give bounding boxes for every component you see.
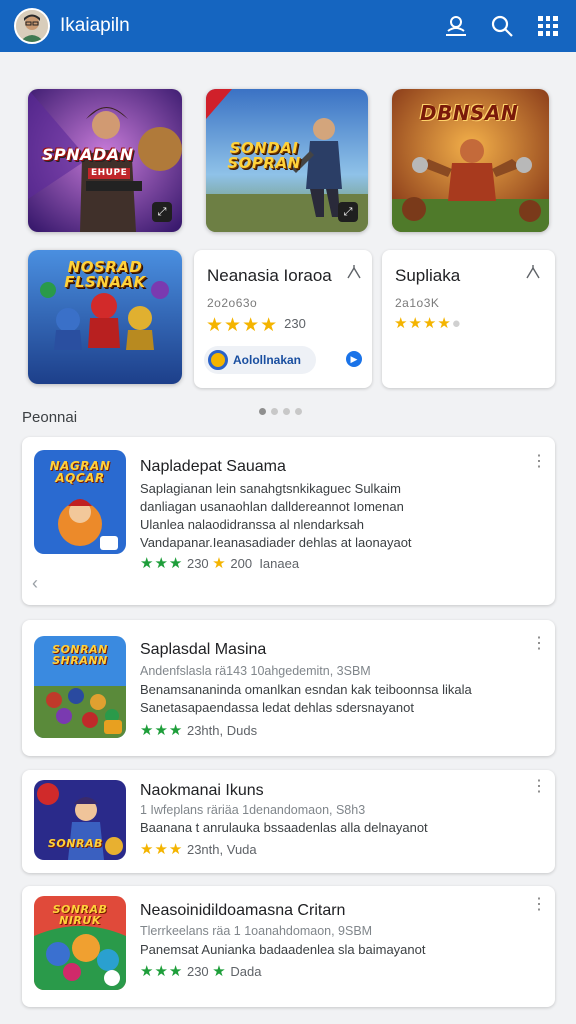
section-title: Peonnai	[22, 409, 78, 426]
list-item-title: Napladepat Sauama	[140, 458, 286, 475]
list-item-title: Saplasdal Masina	[140, 641, 267, 658]
list-item-rating: ★★★ 230 ★ 200 Ianaea	[140, 555, 300, 572]
arrow-right-icon[interactable]: ▶	[346, 351, 362, 367]
more-options-icon[interactable]: ⋮	[531, 779, 547, 802]
list-item-rating: ★★★ 23hth, Duds	[140, 722, 258, 739]
list-item[interactable]: SONRAB NIRUK Neasoinidildoamasna Critarn…	[22, 886, 555, 1007]
featured-tile-2[interactable]: SONDAI SOPRAN ⤢	[206, 89, 368, 232]
mini-card-2-title: Supliaka	[395, 266, 461, 285]
list-item[interactable]: SONRAB Naokmanai Ikuns 1 Iwfeplans räriä…	[22, 770, 555, 873]
carousel-dot[interactable]	[283, 408, 290, 415]
list-item-rating: ★★★ 23nth, Vuda	[140, 841, 257, 858]
mini-card-1-rating: ★★★★ 230	[206, 315, 306, 336]
mini-card-2[interactable]: Supliaka 2a1o3K ★★★★●	[382, 250, 555, 388]
chevron-left-icon[interactable]: ‹	[32, 573, 38, 594]
app-thumbnail[interactable]: SONRAN SHRANN	[34, 636, 126, 738]
carousel-dots	[259, 408, 302, 415]
list-item-description: Vandapanar.Ieanasadiader dehlas at laona…	[140, 535, 412, 550]
list-item-title: Neasoinidildoamasna Critarn	[140, 902, 346, 919]
more-options-icon[interactable]: ⋮	[531, 897, 547, 920]
featured-tile-1[interactable]: SPNADAN EHUPE ⤢	[28, 89, 182, 232]
list-item-description: Ulanlea nalaodidranssa al nlendarksah	[140, 517, 365, 532]
fullscreen-icon[interactable]: ⤢	[152, 202, 172, 222]
rating-stars: ★★★★	[394, 315, 452, 332]
tile-1-title: SPNADAN	[42, 145, 134, 164]
carousel-dot[interactable]	[295, 408, 302, 415]
avatar[interactable]	[14, 8, 50, 44]
app-thumbnail[interactable]: SONRAB	[34, 780, 126, 860]
list-item-title: Naokmanai Ikuns	[140, 782, 264, 799]
list-item[interactable]: SONRAN SHRANN Saplasdal Masina Andenfsla…	[22, 620, 555, 756]
mini-card-1[interactable]: Neanasia Ioraoa 2o2o63o ★★★★ 230 Aolollna…	[194, 250, 372, 388]
list-item-meta: 1 Iwfeplans räriäa 1denandomaon, S8h3	[140, 803, 366, 817]
carousel-dot[interactable]	[271, 408, 278, 415]
featured-tile-4[interactable]: NOSRAD FLSNAAK	[28, 250, 182, 384]
share-icon[interactable]	[346, 264, 366, 284]
list-item[interactable]: NAGRAN AQCAR Napladepat Sauama Saplagian…	[22, 437, 555, 605]
grid-icon[interactable]	[534, 12, 562, 40]
tile-4-title: NOSRAD FLSNAAK	[64, 258, 146, 291]
list-item-description: Sanetasapaendassa ledat dehlas sdersnaya…	[140, 700, 414, 715]
app-thumbnail[interactable]: SONRAB NIRUK	[34, 896, 126, 990]
carousel-dot[interactable]	[259, 408, 266, 415]
more-options-icon[interactable]: ⋮	[531, 454, 547, 477]
list-item-meta: Tlerrkeelans räa 1 1oanahdomaon, 9SBM	[140, 924, 373, 938]
more-options-icon[interactable]: ⋮	[531, 636, 547, 659]
list-item-description: Benamsananinda omanlkan esndan kak teibo…	[140, 682, 472, 697]
app-title: Ikaiapiln	[60, 15, 130, 36]
share-icon[interactable]	[525, 264, 545, 284]
list-item-description: danliagan usanaohlan dalldereannot Iomen…	[140, 499, 404, 514]
list-item-rating: ★★★ 230 ★ Dada	[140, 963, 262, 980]
list-item-description: Saplagianan lein sanahgtsnkikaguec Sulka…	[140, 481, 401, 496]
app-bar: Ikaiapiln	[0, 0, 576, 52]
mini-card-2-meta: 2a1o3K	[395, 296, 440, 310]
publisher-icon	[208, 350, 228, 370]
tile-2-title: SONDAI SOPRAN	[227, 139, 301, 172]
list-item-description: Panemsat Aunianka badaadenlea sla baimay…	[140, 942, 426, 957]
fullscreen-icon[interactable]: ⤢	[338, 202, 358, 222]
tile-1-subtitle: EHUPE	[88, 168, 131, 179]
list-item-meta: Andenfslasla rä143 10ahgedemitn, 3SBM	[140, 664, 371, 678]
account-badge-icon[interactable]	[442, 12, 470, 40]
mini-card-1-title: Neanasia Ioraoa	[207, 266, 332, 285]
featured-tile-3[interactable]: DBNSAN	[392, 89, 549, 232]
tile-3-title: DBNSAN	[420, 101, 519, 125]
mini-card-1-meta: 2o2o63o	[207, 296, 258, 310]
mini-card-2-rating: ★★★★●	[394, 315, 461, 332]
app-thumbnail[interactable]: NAGRAN AQCAR	[34, 450, 126, 554]
search-icon[interactable]	[488, 12, 516, 40]
list-item-description: Baanana t anrulauka bssaadenlas alla del…	[140, 820, 428, 835]
rating-stars: ★★★★	[206, 315, 279, 336]
mini-card-1-chip[interactable]: Aolollnakan	[204, 346, 316, 374]
